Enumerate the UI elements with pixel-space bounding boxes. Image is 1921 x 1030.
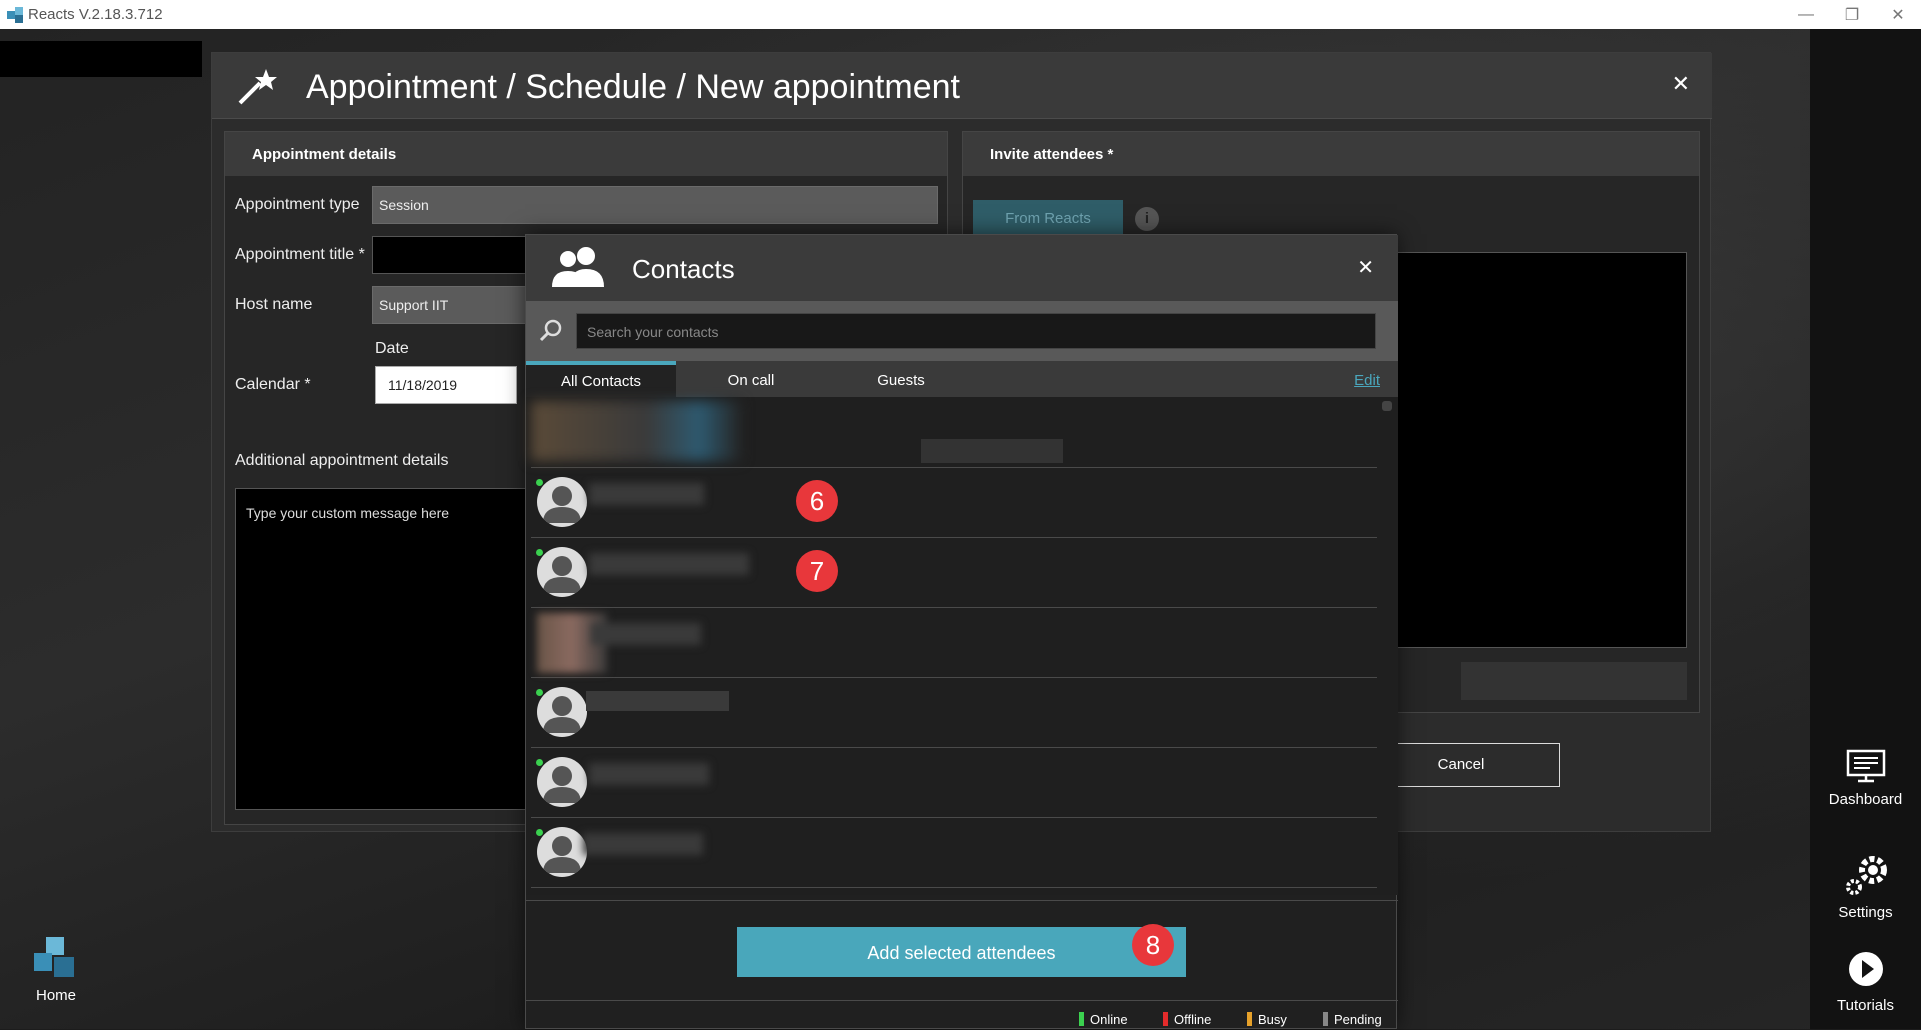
contact-name-blurred xyxy=(591,623,701,645)
tutorials-button[interactable]: Tutorials xyxy=(1810,949,1921,1014)
search-icon xyxy=(539,319,562,342)
host-name-label: Host name xyxy=(235,296,313,313)
contacts-footer: Add selected attendees 8 xyxy=(526,900,1398,1000)
contact-row[interactable] xyxy=(531,817,1377,888)
disabled-action-button xyxy=(1461,662,1687,700)
contacts-header: Contacts ✕ xyxy=(526,235,1398,301)
appointment-header: Appointment / Schedule / New appointment… xyxy=(212,53,1712,119)
info-icon[interactable]: i xyxy=(1135,207,1159,231)
online-status-icon xyxy=(536,479,543,486)
contacts-dialog: Contacts ✕ Search your contacts All Cont… xyxy=(525,234,1398,1030)
dashboard-label: Dashboard xyxy=(1828,791,1903,808)
calendar-date-input[interactable]: 11/18/2019 xyxy=(375,366,517,404)
legend-offline: Offline xyxy=(1163,1012,1211,1027)
contact-name-blurred xyxy=(589,553,749,575)
restore-button[interactable]: ❐ xyxy=(1829,0,1875,29)
close-window-button[interactable]: ✕ xyxy=(1875,0,1921,29)
appointment-details-header: Appointment details xyxy=(225,132,947,176)
step-badge: 7 xyxy=(796,550,838,592)
offline-swatch-icon xyxy=(1163,1012,1168,1026)
window-titlebar: Reacts V.2.18.3.712 — ❐ ✕ xyxy=(0,0,1921,29)
edit-link[interactable]: Edit xyxy=(1354,372,1380,389)
window-title: Reacts V.2.18.3.712 xyxy=(28,6,163,23)
tab-from-reacts[interactable]: From Reacts xyxy=(973,200,1123,238)
status-legend: Online Offline Busy Pending xyxy=(526,1000,1398,1030)
avatar xyxy=(537,687,587,737)
step-badge: 6 xyxy=(796,480,838,522)
legend-pending: Pending xyxy=(1323,1012,1382,1027)
dashboard-icon xyxy=(1846,749,1885,783)
avatar xyxy=(537,477,587,527)
additional-details-label: Additional appointment details xyxy=(235,452,449,469)
tab-all-contacts[interactable]: All Contacts xyxy=(526,361,676,397)
contacts-title: Contacts xyxy=(632,254,735,284)
play-circle-icon xyxy=(1848,952,1883,986)
appointment-type-select[interactable]: Session xyxy=(372,186,938,224)
dashboard-button[interactable]: Dashboard xyxy=(1810,749,1921,808)
contact-row[interactable] xyxy=(531,747,1377,818)
contact-row[interactable] xyxy=(531,607,1377,678)
host-name-field[interactable]: Support IIT xyxy=(372,286,532,324)
tutorials-label: Tutorials xyxy=(1837,997,1894,1014)
settings-label: Settings xyxy=(1838,904,1893,921)
contact-row[interactable]: 7 xyxy=(531,537,1377,608)
appointment-title-label: Appointment title * xyxy=(235,246,365,263)
redacted-text xyxy=(921,439,1063,463)
redacted-text xyxy=(586,691,729,711)
appointment-type-label: Appointment type xyxy=(235,196,360,213)
close-icon[interactable]: ✕ xyxy=(1672,71,1690,97)
calendar-label: Calendar * xyxy=(235,376,311,393)
contacts-list: 6 7 xyxy=(526,397,1398,895)
contacts-search-bar: Search your contacts xyxy=(526,301,1398,361)
search-input[interactable]: Search your contacts xyxy=(576,313,1376,349)
legend-busy: Busy xyxy=(1247,1012,1287,1027)
settings-gear-icon xyxy=(1845,856,1887,895)
contact-row[interactable] xyxy=(531,397,1377,468)
right-sidebar: Dashboard Settings Tutorials xyxy=(1810,29,1921,1029)
appointment-title-input[interactable] xyxy=(372,236,532,274)
tab-on-call[interactable]: On call xyxy=(676,361,826,397)
busy-swatch-icon xyxy=(1247,1012,1252,1026)
magic-wand-icon xyxy=(238,69,277,105)
contact-photo-blurred xyxy=(531,401,741,461)
app-logo-icon xyxy=(7,7,23,23)
contacts-people-icon xyxy=(552,247,604,287)
online-status-icon xyxy=(536,549,543,556)
home-cubes-icon xyxy=(34,937,74,977)
contact-name-blurred xyxy=(583,833,703,855)
legend-online: Online xyxy=(1079,1012,1128,1027)
avatar xyxy=(537,757,587,807)
step-badge: 8 xyxy=(1132,924,1174,966)
redacted-area xyxy=(0,41,202,77)
appointment-title: Appointment / Schedule / New appointment xyxy=(306,68,960,106)
avatar xyxy=(537,547,587,597)
home-label: Home xyxy=(35,987,76,1004)
add-selected-attendees-button[interactable]: Add selected attendees xyxy=(737,927,1186,977)
close-icon[interactable]: ✕ xyxy=(1357,255,1374,280)
online-swatch-icon xyxy=(1079,1012,1084,1026)
contacts-tabs: All Contacts On call Guests Edit xyxy=(526,361,1398,397)
contact-name-blurred xyxy=(589,763,709,785)
online-status-icon xyxy=(536,829,543,836)
scrollbar-thumb[interactable] xyxy=(1382,401,1392,411)
pending-swatch-icon xyxy=(1323,1012,1328,1026)
attendee-list xyxy=(1393,252,1687,648)
online-status-icon xyxy=(536,759,543,766)
invite-attendees-header: Invite attendees * xyxy=(963,132,1699,176)
contact-row[interactable]: 6 xyxy=(531,467,1377,538)
settings-button[interactable]: Settings xyxy=(1810,854,1921,921)
date-label: Date xyxy=(375,340,409,357)
home-button[interactable]: Home xyxy=(20,935,92,1004)
custom-message-textarea[interactable]: Type your custom message here xyxy=(235,488,535,810)
contact-row[interactable] xyxy=(531,677,1377,748)
tab-guests[interactable]: Guests xyxy=(826,361,976,397)
minimize-button[interactable]: — xyxy=(1783,0,1829,29)
online-status-icon xyxy=(536,689,543,696)
avatar xyxy=(537,827,587,877)
contact-name-blurred xyxy=(589,483,704,505)
